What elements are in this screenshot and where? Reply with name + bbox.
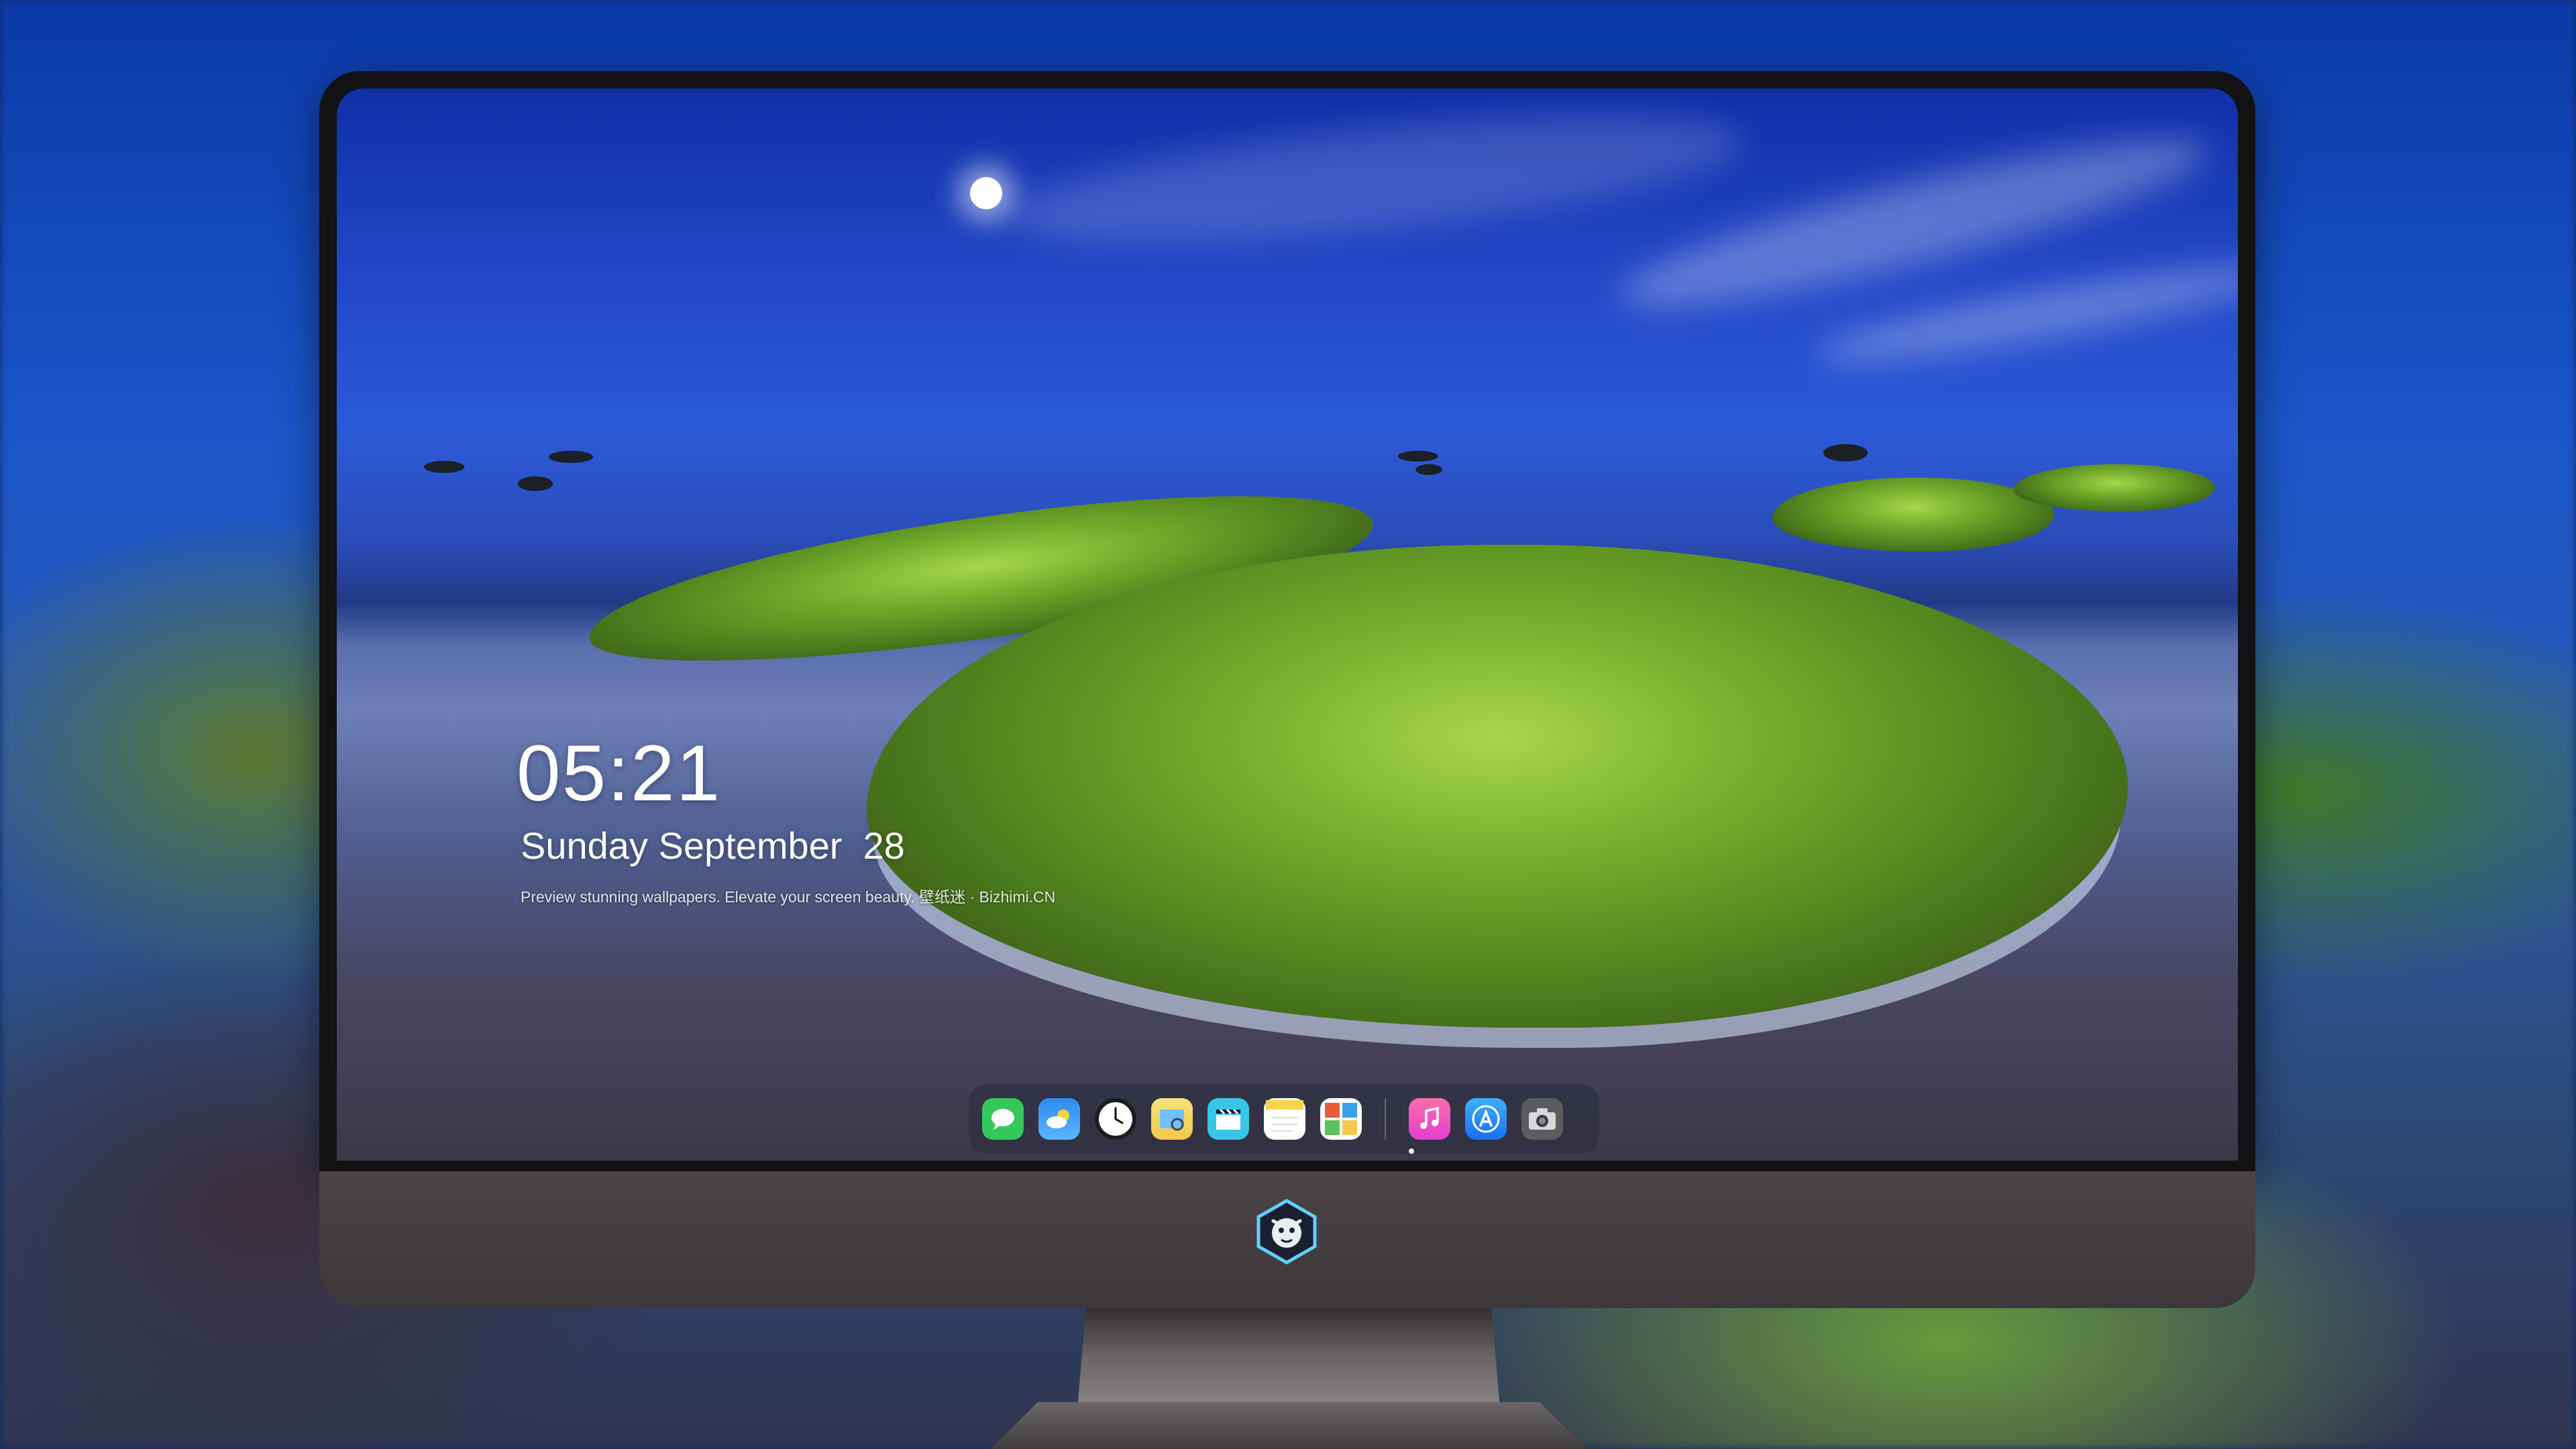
notes-icon[interactable] <box>1264 1098 1305 1140</box>
dock-separator <box>1385 1098 1386 1140</box>
photo-booth-icon[interactable] <box>1320 1098 1362 1140</box>
stone <box>1398 451 1438 462</box>
clips-icon[interactable] <box>1208 1098 1249 1140</box>
lock-screen-tagline: Preview stunning wallpapers. Elevate you… <box>521 888 1056 906</box>
lock-screen-time: 05:21 <box>517 729 722 818</box>
lock-screen-date: Sunday September 28 <box>521 824 905 867</box>
dragon-mascot-logo <box>1256 1199 1317 1265</box>
stone <box>424 461 464 473</box>
stone <box>1823 444 1868 462</box>
clock-icon[interactable] <box>1095 1098 1136 1140</box>
app-store-icon[interactable] <box>1465 1098 1507 1140</box>
dock <box>969 1084 1599 1154</box>
moon <box>970 177 1002 209</box>
stone <box>518 476 553 491</box>
dock-running-indicator <box>1409 1148 1414 1154</box>
stone <box>549 451 593 463</box>
monitor-stand-neck <box>1077 1308 1500 1409</box>
mossy-rock <box>2014 464 2215 511</box>
camera-icon[interactable] <box>1521 1098 1563 1140</box>
monitor-stand-base <box>990 1402 1587 1449</box>
music-icon[interactable] <box>1409 1098 1450 1140</box>
cloud <box>1004 90 1749 268</box>
mossy-rock <box>1772 478 2054 551</box>
messages-icon[interactable] <box>982 1098 1024 1140</box>
preview-icon[interactable] <box>1151 1098 1193 1140</box>
stone <box>1415 464 1442 475</box>
weather-icon[interactable] <box>1038 1098 1080 1140</box>
lock-screen[interactable] <box>337 89 2238 1161</box>
